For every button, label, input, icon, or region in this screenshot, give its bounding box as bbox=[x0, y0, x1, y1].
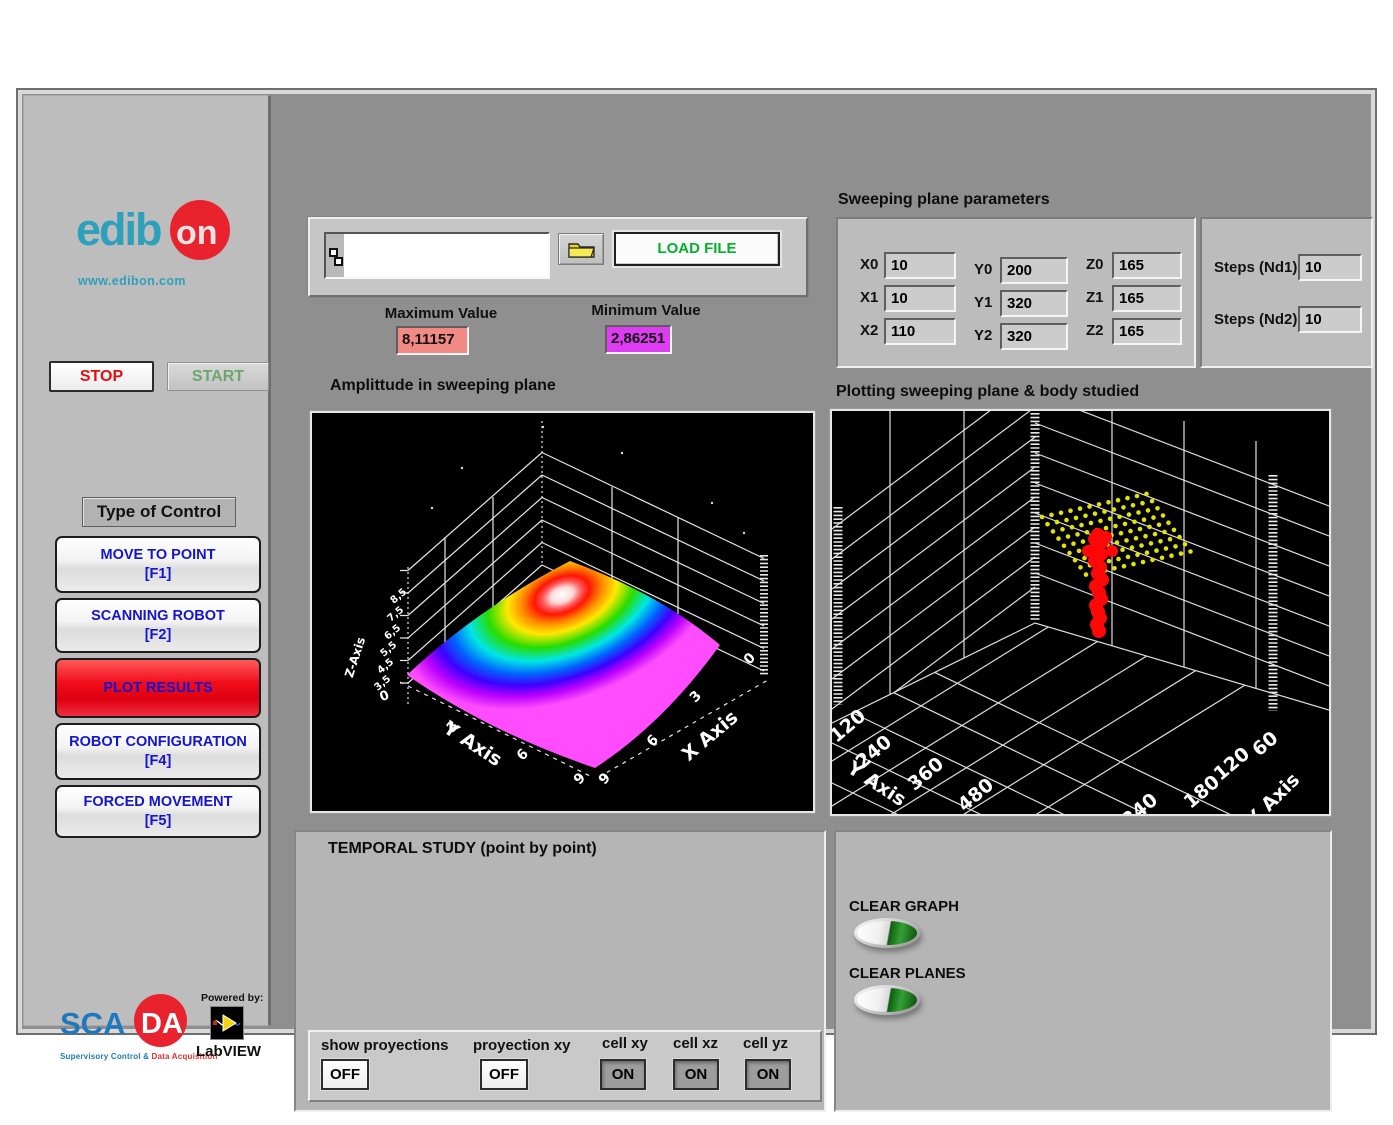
button-label: SCANNING ROBOT bbox=[57, 607, 259, 626]
labview-wordmark: LabVIEW bbox=[196, 1043, 261, 1060]
z2-label: Z2 bbox=[1086, 322, 1104, 339]
app-window: edib on www.edibon.com STOP START Type o… bbox=[16, 88, 1377, 1035]
body-plot-canvas bbox=[832, 411, 1329, 814]
clear-graph-button-face bbox=[857, 921, 917, 945]
stop-button[interactable]: STOP bbox=[49, 361, 154, 392]
scada-subtitle-left: Supervisory Control & bbox=[60, 1052, 149, 1061]
minimum-value-display: 2,86251 bbox=[605, 325, 672, 354]
cell-xz-label: cell xz bbox=[673, 1035, 718, 1052]
steps-nd2-label: Steps (Nd2) bbox=[1214, 311, 1297, 328]
scada-logo-text: SCA bbox=[60, 1006, 125, 1042]
z1-input[interactable] bbox=[1112, 285, 1182, 312]
body-plot-title: Plotting sweeping plane & body studied bbox=[836, 383, 1139, 401]
button-label: PLOT RESULTS bbox=[57, 679, 259, 698]
edibon-website: www.edibon.com bbox=[78, 274, 186, 288]
cell-yz-toggle[interactable]: ON bbox=[745, 1059, 791, 1090]
edibon-logo-text: edib bbox=[76, 204, 161, 256]
clear-graph-label: CLEAR GRAPH bbox=[849, 898, 959, 915]
load-file-button[interactable]: LOAD FILE bbox=[614, 232, 780, 266]
y0-input[interactable] bbox=[1000, 257, 1068, 284]
button-fkey: [F4] bbox=[57, 752, 259, 771]
button-label: FORCED MOVEMENT bbox=[57, 793, 259, 812]
maximum-value-display: 8,11157 bbox=[396, 326, 469, 355]
forced-movement-button[interactable]: FORCED MOVEMENT [F5] bbox=[55, 785, 261, 838]
x2-label: X2 bbox=[860, 322, 878, 339]
x2-input[interactable] bbox=[884, 318, 956, 345]
steps-panel bbox=[1200, 217, 1373, 368]
y1-input[interactable] bbox=[1000, 290, 1068, 317]
file-path-input[interactable] bbox=[344, 234, 548, 277]
path-symbol-icon bbox=[329, 248, 343, 271]
button-label: ROBOT CONFIGURATION bbox=[57, 733, 259, 752]
plot-results-button[interactable]: PLOT RESULTS bbox=[55, 658, 261, 718]
y0-label: Y0 bbox=[974, 261, 992, 278]
steps-nd1-input[interactable] bbox=[1298, 254, 1362, 281]
labview-logo-icon bbox=[210, 1006, 244, 1040]
steps-nd1-label: Steps (Nd1) bbox=[1214, 259, 1297, 276]
z0-label: Z0 bbox=[1086, 256, 1104, 273]
amplitude-plot-title: Amplittude in sweeping plane bbox=[330, 377, 556, 395]
x1-label: X1 bbox=[860, 289, 878, 306]
amplitude-plot-canvas bbox=[312, 413, 813, 811]
z0-input[interactable] bbox=[1112, 252, 1182, 279]
z1-label: Z1 bbox=[1086, 289, 1104, 306]
button-fkey: [F1] bbox=[57, 565, 259, 584]
y2-input[interactable] bbox=[1000, 323, 1068, 350]
robot-configuration-button[interactable]: ROBOT CONFIGURATION [F4] bbox=[55, 723, 261, 780]
cell-xy-label: cell xy bbox=[602, 1035, 648, 1052]
scada-subtitle: Supervisory Control & Data Acquisition bbox=[60, 1052, 218, 1061]
show-proyections-label: show proyections bbox=[321, 1037, 449, 1054]
x0-label: X0 bbox=[860, 256, 878, 273]
powered-by-label: Powered by: bbox=[201, 992, 263, 1004]
proyection-xy-label: proyection xy bbox=[473, 1037, 571, 1054]
temporal-study-title: TEMPORAL STUDY (point by point) bbox=[328, 840, 597, 858]
clear-graph-button[interactable] bbox=[854, 918, 920, 948]
x1-input[interactable] bbox=[884, 285, 956, 312]
z2-input[interactable] bbox=[1112, 318, 1182, 345]
scanning-robot-button[interactable]: SCANNING ROBOT [F2] bbox=[55, 598, 261, 653]
show-proyections-toggle[interactable]: OFF bbox=[321, 1059, 369, 1090]
clear-planes-label: CLEAR PLANES bbox=[849, 965, 966, 982]
proyection-xy-toggle[interactable]: OFF bbox=[480, 1059, 528, 1090]
steps-nd2-input[interactable] bbox=[1298, 306, 1362, 333]
start-button[interactable]: START bbox=[167, 362, 269, 391]
amplitude-plot[interactable]: 8,5 7,5 6,5 5,5 4,5 3,5 0 Z-Axis 3 6 9 Y… bbox=[310, 411, 815, 813]
type-of-control-label: Type of Control bbox=[82, 497, 236, 527]
cell-yz-label: cell yz bbox=[743, 1035, 788, 1052]
button-fkey: [F5] bbox=[57, 812, 259, 831]
button-fkey: [F2] bbox=[57, 626, 259, 645]
browse-folder-button[interactable] bbox=[558, 233, 604, 265]
scada-logo-da: DA bbox=[141, 1008, 183, 1041]
y2-label: Y2 bbox=[974, 327, 992, 344]
button-label: MOVE TO POINT bbox=[57, 546, 259, 565]
x0-input[interactable] bbox=[884, 252, 956, 279]
body-plot[interactable]: 120 240 360 480 Y Axis 60 120 180 240 X … bbox=[830, 409, 1331, 816]
cell-xy-toggle[interactable]: ON bbox=[600, 1059, 646, 1090]
move-to-point-button[interactable]: MOVE TO POINT [F1] bbox=[55, 536, 261, 593]
minimum-value-label: Minimum Value bbox=[586, 302, 706, 319]
edibon-logo-on: on bbox=[176, 214, 218, 253]
clear-planes-button-face bbox=[857, 988, 917, 1012]
sweeping-parameters-title: Sweeping plane parameters bbox=[838, 191, 1050, 209]
y1-label: Y1 bbox=[974, 294, 992, 311]
maximum-value-label: Maximum Value bbox=[381, 305, 501, 322]
folder-icon bbox=[568, 240, 595, 258]
cell-xz-toggle[interactable]: ON bbox=[673, 1059, 719, 1090]
clear-planes-button[interactable] bbox=[854, 985, 920, 1015]
